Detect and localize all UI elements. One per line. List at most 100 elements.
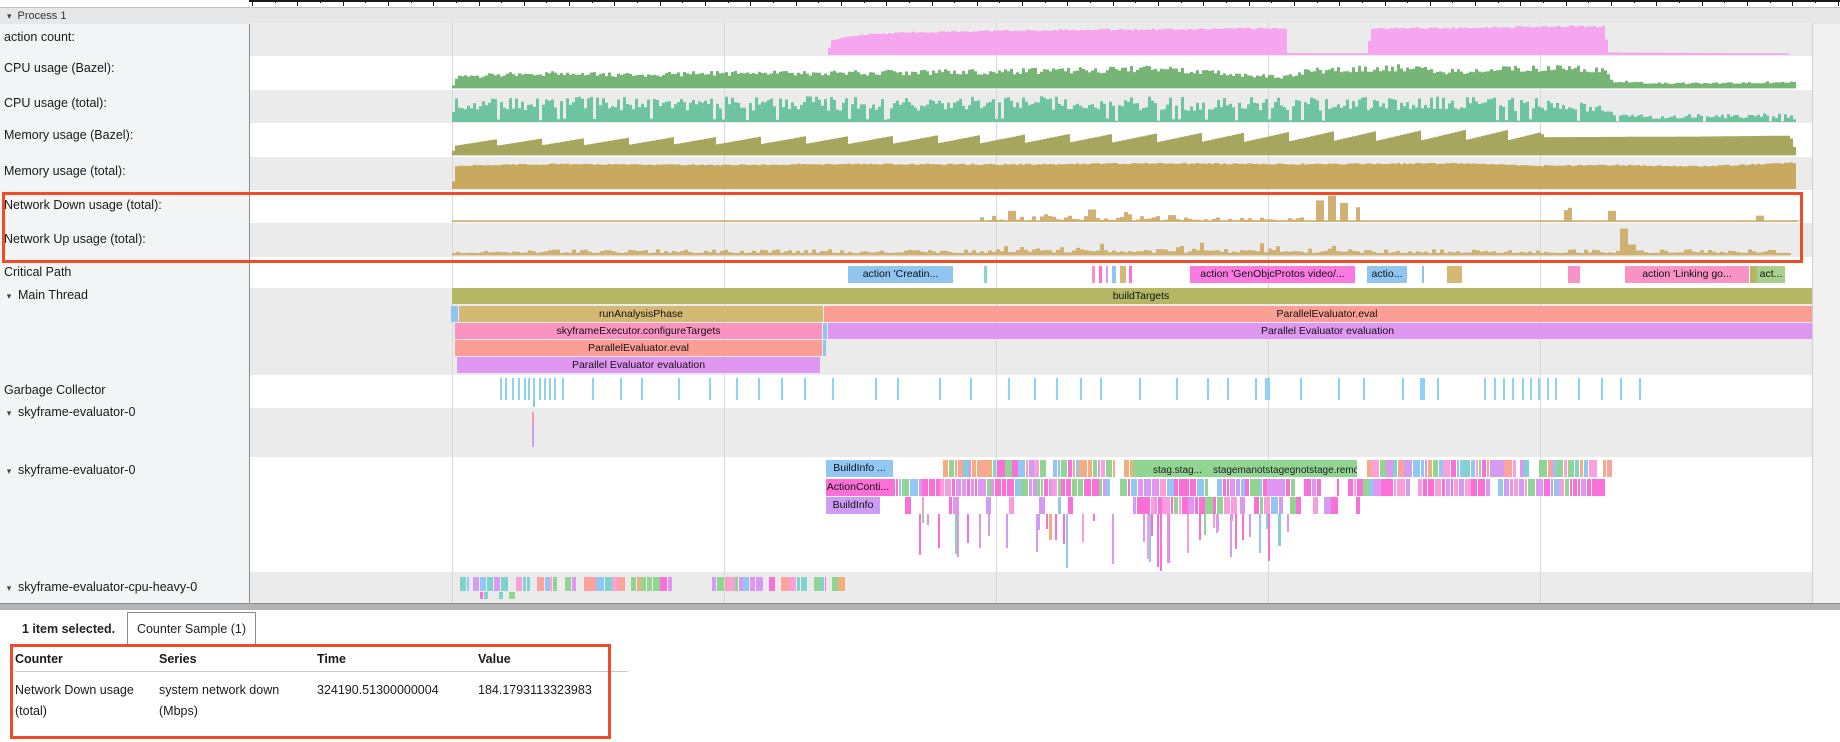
hanging-slice[interactable] xyxy=(1160,514,1162,571)
timeline-slice[interactable] xyxy=(1061,479,1065,496)
gc-tick[interactable] xyxy=(804,378,806,400)
timeline-slice[interactable] xyxy=(653,577,660,591)
hanging-slice[interactable] xyxy=(1049,514,1052,540)
timeline-slice[interactable] xyxy=(750,577,755,591)
timeline-slice[interactable] xyxy=(1224,497,1231,514)
timeline-slice[interactable] xyxy=(1471,460,1475,477)
slice-bar[interactable]: act... xyxy=(1757,266,1785,283)
slice-tick[interactable] xyxy=(1129,266,1132,283)
timeline-slice[interactable] xyxy=(1478,479,1485,496)
collapse-arrow-icon[interactable]: ▾ xyxy=(0,291,18,302)
timeline-slice[interactable] xyxy=(1363,479,1368,496)
timeline-slice[interactable] xyxy=(1012,460,1018,477)
gc-tick[interactable] xyxy=(736,378,738,400)
timeline-slice[interactable] xyxy=(596,577,604,591)
timeline-slice[interactable] xyxy=(1018,460,1025,477)
timeline-slice[interactable] xyxy=(1490,460,1498,477)
timeline-slice[interactable] xyxy=(735,577,738,591)
timeline-slice[interactable] xyxy=(968,460,971,477)
timeline-slice[interactable] xyxy=(1174,497,1178,514)
timeline-slice[interactable] xyxy=(1356,497,1360,514)
hanging-slice[interactable] xyxy=(1063,514,1065,544)
timeline-slice[interactable] xyxy=(1005,460,1012,477)
timeline-slice[interactable] xyxy=(553,577,557,591)
timeline-slice[interactable] xyxy=(943,460,948,477)
timeline-slice[interactable] xyxy=(971,479,974,496)
slice-bar[interactable]: runAnalysisPhase xyxy=(459,306,823,322)
timeline-slice[interactable] xyxy=(1498,479,1503,496)
gc-tick[interactable] xyxy=(524,378,526,400)
timeline-slice[interactable] xyxy=(922,479,928,496)
gc-tick[interactable] xyxy=(1601,378,1603,400)
slice-bar[interactable]: BuildInfo xyxy=(826,497,880,514)
timeline-slice[interactable] xyxy=(1264,497,1270,514)
timeline-slice[interactable] xyxy=(1142,497,1150,514)
counter-chart-mem-bazel[interactable] xyxy=(249,125,1812,155)
timeline-slice[interactable] xyxy=(1592,479,1599,496)
timeline-slice[interactable] xyxy=(991,479,994,496)
timeline-slice[interactable] xyxy=(1357,479,1363,496)
timeline-slice[interactable] xyxy=(1223,479,1226,496)
gc-tick[interactable] xyxy=(549,378,551,400)
gc-tick[interactable] xyxy=(1484,378,1486,400)
timeline-slice[interactable] xyxy=(1565,479,1570,496)
sidebar-track-label[interactable]: CPU usage (Bazel): xyxy=(4,61,114,75)
slice-bar[interactable]: action 'Linking go... xyxy=(1625,266,1749,283)
timeline-slice[interactable] xyxy=(1331,497,1338,514)
sidebar-track-label[interactable]: Critical Path xyxy=(4,265,71,279)
timeline-slice[interactable] xyxy=(1188,497,1194,514)
timeline-slice[interactable] xyxy=(460,577,466,591)
timeline-slice[interactable] xyxy=(523,577,526,591)
evaluator-tick[interactable] xyxy=(532,425,534,447)
gc-tick[interactable] xyxy=(875,378,877,400)
timeline-slice[interactable] xyxy=(1049,479,1052,496)
timeline-slice[interactable] xyxy=(1380,460,1386,477)
slice-bar[interactable]: action 'GenObjcProtos video/... xyxy=(1190,266,1355,283)
hanging-slice[interactable] xyxy=(1055,514,1057,540)
timeline-slice[interactable] xyxy=(660,577,667,591)
timeline-slice[interactable] xyxy=(1568,460,1575,477)
slice-bar[interactable]: ActionConti... xyxy=(826,479,890,496)
timeline-slice[interactable] xyxy=(1421,460,1424,477)
gc-tick[interactable] xyxy=(1402,378,1404,400)
timeline-slice[interactable] xyxy=(1428,479,1434,496)
hanging-slice[interactable] xyxy=(1038,514,1040,530)
timeline-slice[interactable] xyxy=(1536,479,1543,496)
gc-tick[interactable] xyxy=(1139,378,1141,400)
timeline-slice[interactable] xyxy=(972,460,976,477)
timeline-slice[interactable] xyxy=(484,592,488,599)
timeline-slice[interactable] xyxy=(584,577,591,591)
hanging-slice[interactable] xyxy=(922,514,924,523)
timeline-slice[interactable] xyxy=(1317,479,1321,496)
timeline-slice[interactable] xyxy=(1520,460,1523,477)
timeline-slice[interactable] xyxy=(537,577,544,591)
timeline-slice[interactable] xyxy=(1066,479,1071,496)
hanging-slice[interactable] xyxy=(1204,514,1206,535)
timeline-slice[interactable] xyxy=(1498,460,1504,477)
timeline-slice[interactable] xyxy=(1554,479,1559,496)
gc-tick[interactable] xyxy=(641,378,643,400)
gc-tick[interactable] xyxy=(544,378,546,400)
slice-tick[interactable] xyxy=(1422,266,1424,283)
timeline-slice[interactable] xyxy=(1160,479,1166,496)
timeline-slice[interactable] xyxy=(1371,460,1379,477)
counter-chart-net-up[interactable] xyxy=(249,225,1812,255)
counter-chart-net-down[interactable] xyxy=(249,192,1812,222)
timeline-slice[interactable] xyxy=(1381,479,1386,496)
timeline-slice[interactable] xyxy=(1078,479,1084,496)
timeline-slice[interactable] xyxy=(1486,479,1490,496)
collapse-arrow-icon[interactable]: ▾ xyxy=(0,408,18,419)
timeline-slice[interactable] xyxy=(1504,460,1512,477)
timeline-slice[interactable] xyxy=(963,460,968,477)
timeline-slice[interactable] xyxy=(1236,479,1241,496)
timeline-slice[interactable] xyxy=(1587,479,1591,496)
gc-tick[interactable] xyxy=(1503,378,1505,400)
timeline-slice[interactable] xyxy=(1131,479,1138,496)
timeline-slice[interactable] xyxy=(1513,460,1516,477)
timeline-slice[interactable] xyxy=(1575,460,1579,477)
timeline-slice[interactable] xyxy=(1152,479,1160,496)
timeline-slice[interactable] xyxy=(1373,479,1380,496)
timeline-slice[interactable] xyxy=(1133,497,1136,514)
timeline-slice[interactable] xyxy=(1260,497,1264,514)
gc-tick[interactable] xyxy=(1227,378,1229,400)
